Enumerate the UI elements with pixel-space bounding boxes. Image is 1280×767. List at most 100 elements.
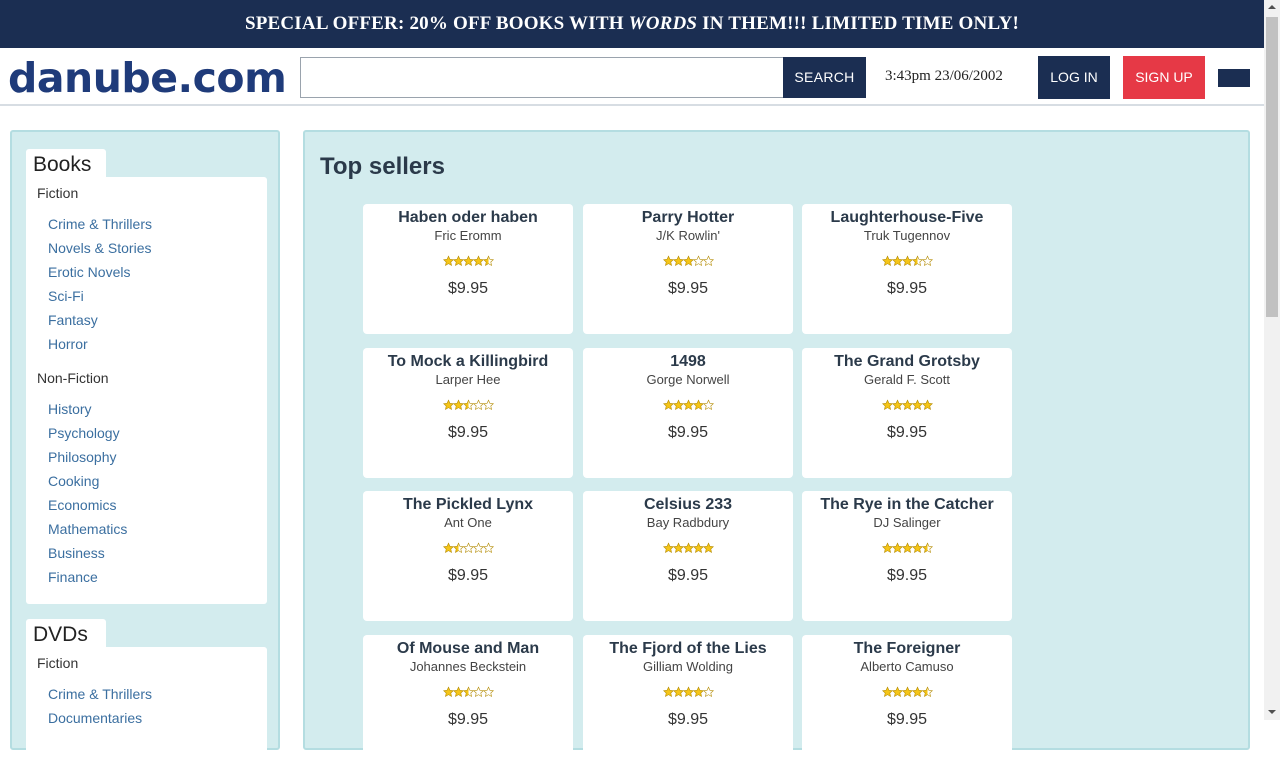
dvds-menu: Fiction Crime & Thrillers Documentaries <box>26 647 267 767</box>
books-link-philosophy[interactable]: Philosophy <box>48 449 117 465</box>
search-input[interactable] <box>300 57 784 98</box>
dvds-heading[interactable]: DVDs <box>26 619 106 649</box>
books-link-erotic[interactable]: Erotic Novels <box>48 264 130 280</box>
star-rating <box>583 542 793 558</box>
book-card[interactable]: Celsius 233 Bay Radbdury $9.95 <box>583 491 793 621</box>
promo-banner: SPECIAL OFFER: 20% OFF BOOKS WITH WORDS … <box>0 0 1264 48</box>
book-title[interactable]: 1498 <box>583 353 793 371</box>
book-author: Truk Tugennov <box>863 228 951 243</box>
book-author: Alberto Camuso <box>860 659 954 674</box>
books-link-cooking[interactable]: Cooking <box>48 473 99 489</box>
menu-button[interactable] <box>1218 69 1250 87</box>
dvds-link-crime[interactable]: Crime & Thrillers <box>48 686 152 702</box>
clock-display: 3:43pm 23/06/2002 <box>885 68 1003 84</box>
site-header: danube.com SEARCH 3:43pm 23/06/2002 LOG … <box>0 48 1264 106</box>
book-card[interactable]: The Grand Grotsby Gerald F. Scott $9.95 <box>802 348 1012 478</box>
books-link-psychology[interactable]: Psychology <box>48 425 120 441</box>
search-button[interactable]: SEARCH <box>783 57 866 98</box>
signup-button[interactable]: SIGN UP <box>1123 56 1205 99</box>
scroll-up-icon[interactable] <box>1268 5 1276 9</box>
book-author: Johannes Beckstein <box>409 659 527 674</box>
books-heading[interactable]: Books <box>26 149 106 179</box>
books-fiction-heading[interactable]: Fiction <box>37 185 78 201</box>
book-title[interactable]: The Grand Grotsby <box>802 353 1012 371</box>
book-card[interactable]: The Fjord of the Lies Gilliam Wolding $9.9… <box>583 635 793 765</box>
book-title[interactable]: Parry Hotter <box>583 209 793 227</box>
star-icon <box>482 686 494 697</box>
page-title: Top sellers <box>320 153 445 180</box>
star-rating <box>363 542 573 558</box>
book-author: Bay Radbdury <box>646 515 730 530</box>
promo-text-emphasis: WORDS <box>628 13 698 34</box>
book-price: $9.95 <box>447 424 489 441</box>
book-price: $9.95 <box>886 424 928 441</box>
login-button[interactable]: LOG IN <box>1038 56 1110 99</box>
book-card[interactable]: Parry Hotter J/K Rowlin' $9.95 <box>583 204 793 334</box>
book-card[interactable]: To Mock a Killingbird Larper Hee $9.95 <box>363 348 573 478</box>
book-author: J/K Rowlin' <box>656 228 720 243</box>
book-author: Gilliam Wolding <box>642 659 734 674</box>
site-logo[interactable]: danube.com <box>8 54 287 102</box>
books-link-business[interactable]: Business <box>48 545 105 561</box>
book-card[interactable]: Of Mouse and Man Johannes Beckstein $9.95 <box>363 635 573 765</box>
star-icon <box>482 542 494 553</box>
star-icon <box>921 399 933 410</box>
star-icon <box>921 255 933 266</box>
books-link-novels[interactable]: Novels & Stories <box>48 240 151 256</box>
top-sellers-panel: Top sellers Haben oder haben Fric Eromm $9… <box>303 130 1250 765</box>
book-card[interactable]: Haben oder haben Fric Eromm $9.95 <box>363 204 573 334</box>
star-rating <box>802 542 1012 558</box>
books-nonfiction-heading[interactable]: Non-Fiction <box>37 370 109 386</box>
book-price: $9.95 <box>886 711 928 728</box>
book-title[interactable]: The Pickled Lynx <box>363 496 573 514</box>
book-title[interactable]: Haben oder haben <box>363 209 573 227</box>
books-link-horror[interactable]: Horror <box>48 336 88 352</box>
promo-text-post: IN THEM!!! LIMITED TIME ONLY! <box>697 13 1020 34</box>
book-author: Fric Eromm <box>434 228 502 243</box>
books-link-finance[interactable]: Finance <box>48 569 98 585</box>
book-title[interactable]: To Mock a Killingbird <box>363 353 573 371</box>
dvds-fiction-heading[interactable]: Fiction <box>37 655 78 671</box>
book-price: $9.95 <box>886 280 928 297</box>
star-icon <box>702 542 714 553</box>
scroll-down-icon[interactable] <box>1268 710 1276 714</box>
book-author: Ant One <box>444 515 492 530</box>
book-card[interactable]: 1498 Gorge Norwell $9.95 <box>583 348 793 478</box>
star-icon <box>702 399 714 410</box>
book-title[interactable]: Celsius 233 <box>583 496 793 514</box>
book-title[interactable]: The Foreigner <box>802 640 1012 658</box>
star-icon <box>702 255 714 266</box>
page-scrollbar[interactable] <box>1264 0 1280 720</box>
scroll-thumb[interactable] <box>1266 17 1278 317</box>
books-menu: Fiction Crime & Thrillers Novels & Stori… <box>26 177 267 604</box>
star-icon <box>482 399 494 410</box>
book-card[interactable]: The Pickled Lynx Ant One $9.95 <box>363 491 573 621</box>
book-price: $9.95 <box>667 711 709 728</box>
book-title[interactable]: The Fjord of the Lies <box>583 640 793 658</box>
book-title[interactable]: Laughterhouse-Five <box>802 209 1012 227</box>
star-rating <box>363 399 573 415</box>
books-link-history[interactable]: History <box>48 401 92 417</box>
star-rating <box>802 686 1012 702</box>
books-link-mathematics[interactable]: Mathematics <box>48 521 127 537</box>
book-price: $9.95 <box>667 280 709 297</box>
books-link-economics[interactable]: Economics <box>48 497 116 513</box>
star-rating <box>363 255 573 271</box>
books-link-scifi[interactable]: Sci-Fi <box>48 288 84 304</box>
books-link-crime[interactable]: Crime & Thrillers <box>48 216 152 232</box>
star-icon <box>702 686 714 697</box>
book-price: $9.95 <box>447 567 489 584</box>
book-card[interactable]: The Foreigner Alberto Camuso $9.95 <box>802 635 1012 765</box>
star-rating <box>583 255 793 271</box>
book-price: $9.95 <box>447 280 489 297</box>
promo-text-pre: SPECIAL OFFER: 20% OFF BOOKS WITH <box>244 13 629 34</box>
category-sidebar: Books Fiction Crime & Thrillers Novels &… <box>10 130 280 767</box>
book-title[interactable]: Of Mouse and Man <box>363 640 573 658</box>
dvds-link-documentaries[interactable]: Documentaries <box>48 710 142 726</box>
dvds-category: DVDs Fiction Crime & Thrillers Documenta… <box>26 619 267 767</box>
book-author: DJ Salinger <box>873 515 941 530</box>
book-card[interactable]: The Rye in the Catcher DJ Salinger $9.95 <box>802 491 1012 621</box>
books-link-fantasy[interactable]: Fantasy <box>48 312 98 328</box>
book-card[interactable]: Laughterhouse-Five Truk Tugennov $9.95 <box>802 204 1012 334</box>
book-title[interactable]: The Rye in the Catcher <box>802 496 1012 514</box>
